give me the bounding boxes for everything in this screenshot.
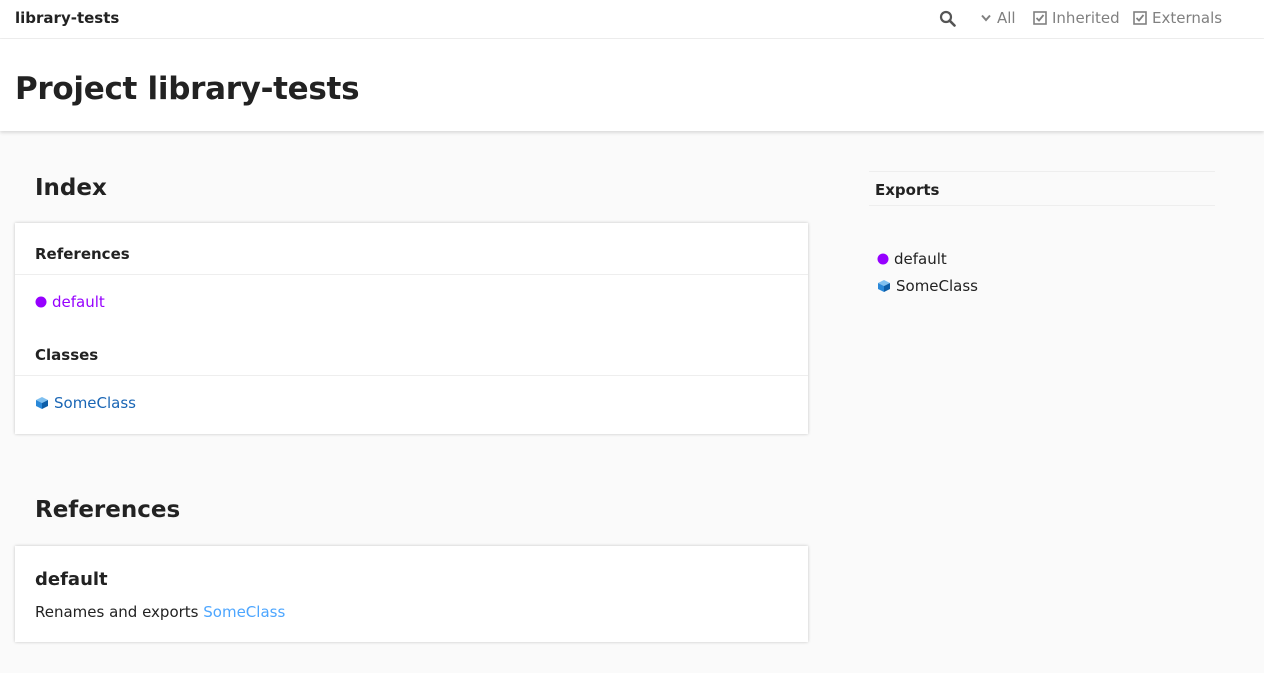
exports-item-someclass[interactable]: SomeClass xyxy=(877,277,978,295)
index-group-title-classes: Classes xyxy=(35,346,99,364)
member-name: default xyxy=(35,569,108,590)
reference-member-card: default Renames and exports SomeClass xyxy=(15,546,808,642)
externals-toggle-label: Externals xyxy=(1152,9,1223,27)
class-cube-icon xyxy=(878,280,890,292)
chevron-down-icon xyxy=(981,14,991,22)
divider xyxy=(15,375,808,376)
references-heading: References xyxy=(35,497,181,523)
toolbar: library-tests All Inherited Externals xyxy=(0,0,1264,39)
inherited-toggle[interactable]: Inherited xyxy=(1033,9,1120,27)
index-heading: Index xyxy=(35,175,107,201)
page-title: Project library-tests xyxy=(15,71,360,107)
member-description-link[interactable]: SomeClass xyxy=(203,603,285,621)
member-description-text: Renames and exports xyxy=(35,603,204,621)
externals-toggle[interactable]: Externals xyxy=(1133,9,1222,27)
index-link-someclass[interactable]: SomeClass xyxy=(35,394,136,412)
exports-item-label: default xyxy=(894,250,947,268)
checkbox-checked-icon[interactable] xyxy=(1133,11,1147,25)
title-band: Project library-tests xyxy=(0,39,1264,131)
index-card: References default Classes SomeClass xyxy=(15,223,808,434)
checkbox-checked-icon[interactable] xyxy=(1033,11,1047,25)
class-cube-icon xyxy=(36,397,48,409)
visibility-filter-label: All xyxy=(997,9,1016,27)
exports-item-default[interactable]: default xyxy=(877,250,947,268)
index-link-label: SomeClass xyxy=(54,394,137,412)
inherited-toggle-label: Inherited xyxy=(1052,9,1120,27)
exports-header: Exports xyxy=(869,171,1215,206)
toolbar-title[interactable]: library-tests xyxy=(15,9,119,27)
search-icon[interactable] xyxy=(939,10,956,27)
index-link-label: default xyxy=(52,293,105,311)
reference-dot-icon xyxy=(877,253,889,265)
index-link-default[interactable]: default xyxy=(35,293,105,311)
member-description: Renames and exports SomeClass xyxy=(35,603,285,621)
visibility-filter[interactable]: All xyxy=(980,9,1016,27)
divider xyxy=(15,274,808,275)
exports-title: Exports xyxy=(875,181,940,199)
exports-item-label: SomeClass xyxy=(896,277,979,295)
reference-dot-icon xyxy=(35,296,47,308)
index-group-title-references: References xyxy=(35,245,130,263)
